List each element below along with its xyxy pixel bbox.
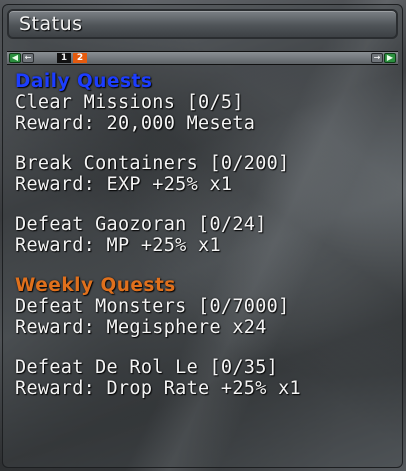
tab-page-1[interactable]: 1: [57, 53, 71, 63]
tab-page-2[interactable]: 2: [73, 53, 87, 63]
quest-spacer: [15, 134, 401, 153]
left-end-arrow-icon[interactable]: ◀: [9, 53, 21, 63]
quest-name: Defeat De Rol Le [0/35]: [15, 357, 279, 378]
quest-name: Clear Missions [0/5]: [15, 92, 244, 113]
window-titlebar[interactable]: Status: [7, 9, 398, 39]
right-end-arrow-icon[interactable]: ▶: [384, 53, 396, 63]
quest-list: Daily Quests Clear Missions [0/5] Reward…: [15, 71, 401, 399]
quest-reward: Reward: MP +25% x1: [15, 235, 221, 256]
quest-name: Defeat Monsters [0/7000]: [15, 296, 290, 317]
quest-spacer: [15, 338, 401, 357]
quest-spacer: [15, 195, 401, 214]
window-title: Status: [19, 13, 83, 35]
quest-reward: Reward: Drop Rate +25% x1: [15, 378, 301, 399]
daily-quests-heading: Daily Quests: [15, 71, 153, 92]
weekly-quests-heading: Weekly Quests: [15, 275, 176, 296]
quest-name: Defeat Gaozoran [0/24]: [15, 214, 267, 235]
quest-reward: Reward: Megisphere x24: [15, 317, 267, 338]
right-arrow-icon[interactable]: →: [371, 53, 383, 63]
quest-reward: Reward: EXP +25% x1: [15, 174, 233, 195]
quest-reward: Reward: 20,000 Meseta: [15, 113, 256, 134]
page-tab-strip: ◀ ← 1 2 → ▶: [7, 51, 398, 65]
left-arrow-icon[interactable]: ←: [22, 53, 34, 63]
quest-name: Break Containers [0/200]: [15, 153, 290, 174]
status-window: Status ◀ ← 1 2 → ▶ Daily Quests Clear Mi…: [2, 4, 403, 468]
quest-spacer: [15, 256, 401, 275]
